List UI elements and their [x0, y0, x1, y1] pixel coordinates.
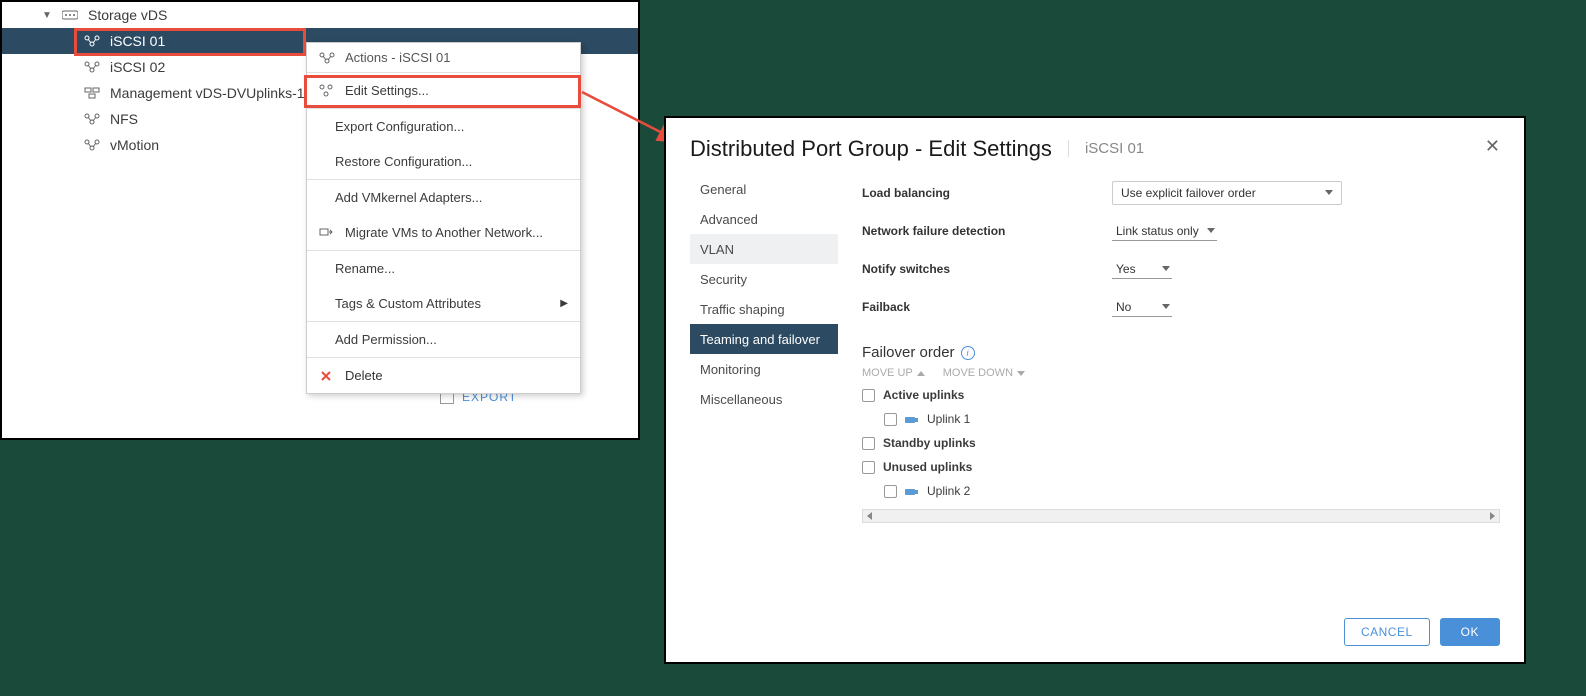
- portgroup-icon: [84, 139, 102, 151]
- checkbox[interactable]: [884, 485, 897, 498]
- context-menu-header: Actions - iSCSI 01: [307, 43, 580, 73]
- uplink-item[interactable]: Uplink 1: [862, 407, 1500, 431]
- move-down-button[interactable]: MOVE DOWN: [943, 367, 1025, 379]
- uplink-icon: [905, 486, 919, 496]
- row-failure-detection: Network failure detection Link status on…: [862, 212, 1500, 250]
- tree-item-label: vMotion: [110, 137, 159, 153]
- portgroup-icon: [319, 52, 337, 64]
- group-label: Standby uplinks: [883, 436, 976, 450]
- group-standby-uplinks[interactable]: Standby uplinks: [862, 431, 1500, 455]
- uplink-label: Uplink 1: [927, 412, 970, 426]
- portgroup-icon: [84, 113, 102, 125]
- dialog-title: Distributed Port Group - Edit Settings: [690, 136, 1052, 162]
- horizontal-scrollbar[interactable]: [862, 509, 1500, 523]
- menu-item-label: Delete: [345, 368, 383, 383]
- context-menu-title: Actions - iSCSI 01: [345, 50, 451, 65]
- tree-root-storage-vds[interactable]: ▼ Storage vDS: [2, 2, 638, 28]
- tree-item-label: iSCSI 01: [110, 33, 165, 49]
- sidebar-item-traffic-shaping[interactable]: Traffic shaping: [690, 294, 838, 324]
- select-notify-switches[interactable]: Yes: [1112, 260, 1172, 279]
- close-button[interactable]: ✕: [1485, 136, 1500, 157]
- uplink-group-icon: [84, 87, 102, 99]
- checkbox[interactable]: [862, 437, 875, 450]
- menu-item-label: Add VMkernel Adapters...: [335, 190, 482, 205]
- sidebar-item-teaming-failover[interactable]: Teaming and failover: [690, 324, 838, 354]
- tree-item-label: NFS: [110, 111, 138, 127]
- tree-item-label: iSCSI 02: [110, 59, 165, 75]
- migrate-icon: [319, 226, 337, 240]
- menu-item-label: Rename...: [335, 261, 395, 276]
- checkbox[interactable]: [862, 461, 875, 474]
- menu-export-config[interactable]: Export Configuration...: [307, 109, 580, 144]
- select-failure-detection[interactable]: Link status only: [1112, 222, 1217, 241]
- group-unused-uplinks[interactable]: Unused uplinks: [862, 455, 1500, 479]
- row-notify-switches: Notify switches Yes: [862, 250, 1500, 288]
- group-active-uplinks[interactable]: Active uplinks: [862, 383, 1500, 407]
- dialog-header: Distributed Port Group - Edit Settings i…: [666, 118, 1524, 174]
- menu-item-label: Export Configuration...: [335, 119, 464, 134]
- cancel-button[interactable]: CANCEL: [1344, 618, 1430, 646]
- dialog-content: Load balancing Use explicit failover ord…: [838, 174, 1524, 574]
- menu-item-label: Edit Settings...: [345, 83, 429, 98]
- dialog-footer: CANCEL OK: [1344, 618, 1500, 646]
- context-menu: Actions - iSCSI 01 Edit Settings... Expo…: [306, 42, 581, 394]
- tree-root-label: Storage vDS: [88, 7, 167, 23]
- tree-item-label: Management vDS-DVUplinks-10: [110, 85, 312, 101]
- delete-icon: [319, 369, 337, 383]
- sidebar-item-security[interactable]: Security: [690, 264, 838, 294]
- select-failback[interactable]: No: [1112, 298, 1172, 317]
- ok-button[interactable]: OK: [1440, 618, 1500, 646]
- dialog-subtitle: iSCSI 01: [1068, 140, 1144, 157]
- select-load-balancing[interactable]: Use explicit failover order: [1112, 181, 1342, 205]
- menu-add-permission[interactable]: Add Permission...: [307, 322, 580, 357]
- edit-settings-dialog: Distributed Port Group - Edit Settings i…: [664, 116, 1526, 664]
- menu-item-label: Add Permission...: [335, 332, 437, 347]
- uplink-item[interactable]: Uplink 2: [862, 479, 1500, 503]
- sidebar-item-advanced[interactable]: Advanced: [690, 204, 838, 234]
- checkbox[interactable]: [884, 413, 897, 426]
- switch-icon: [62, 9, 80, 21]
- portgroup-icon: [84, 61, 102, 73]
- row-failback: Failback No: [862, 288, 1500, 326]
- menu-item-label: Restore Configuration...: [335, 154, 472, 169]
- dialog-body: General Advanced VLAN Security Traffic s…: [666, 174, 1524, 574]
- menu-add-vmkernel[interactable]: Add VMkernel Adapters...: [307, 180, 580, 215]
- group-label: Unused uplinks: [883, 460, 972, 474]
- uplink-icon: [905, 414, 919, 424]
- chevron-down-icon: ▼: [42, 10, 56, 21]
- row-load-balancing: Load balancing Use explicit failover ord…: [862, 174, 1500, 212]
- portgroup-icon: [84, 35, 102, 47]
- menu-item-label: Migrate VMs to Another Network...: [345, 225, 543, 240]
- failover-order-title: Failover order i: [862, 344, 1500, 361]
- sidebar-item-monitoring[interactable]: Monitoring: [690, 354, 838, 384]
- move-controls: MOVE UP MOVE DOWN: [862, 367, 1500, 379]
- label-notify-switches: Notify switches: [862, 262, 1112, 276]
- menu-tags-attributes[interactable]: Tags & Custom Attributes ▶: [307, 286, 580, 321]
- edit-icon: [319, 84, 337, 98]
- move-up-button[interactable]: MOVE UP: [862, 367, 925, 379]
- sidebar-item-miscellaneous[interactable]: Miscellaneous: [690, 384, 838, 414]
- failover-list: Active uplinks Uplink 1 Standby uplinks …: [862, 383, 1500, 503]
- menu-rename[interactable]: Rename...: [307, 251, 580, 286]
- dialog-sidebar: General Advanced VLAN Security Traffic s…: [690, 174, 838, 574]
- sidebar-item-vlan[interactable]: VLAN: [690, 234, 838, 264]
- uplink-label: Uplink 2: [927, 484, 970, 498]
- checkbox[interactable]: [862, 389, 875, 402]
- menu-restore-config[interactable]: Restore Configuration...: [307, 144, 580, 179]
- sidebar-item-general[interactable]: General: [690, 174, 838, 204]
- label-failback: Failback: [862, 300, 1112, 314]
- group-label: Active uplinks: [883, 388, 964, 402]
- menu-edit-settings[interactable]: Edit Settings...: [307, 73, 580, 108]
- menu-delete[interactable]: Delete: [307, 358, 580, 393]
- chevron-right-icon: ▶: [560, 298, 568, 309]
- menu-item-label: Tags & Custom Attributes: [335, 296, 481, 311]
- label-failure-detection: Network failure detection: [862, 224, 1112, 238]
- label-load-balancing: Load balancing: [862, 186, 1112, 200]
- info-icon[interactable]: i: [961, 346, 975, 360]
- menu-migrate-vms[interactable]: Migrate VMs to Another Network...: [307, 215, 580, 250]
